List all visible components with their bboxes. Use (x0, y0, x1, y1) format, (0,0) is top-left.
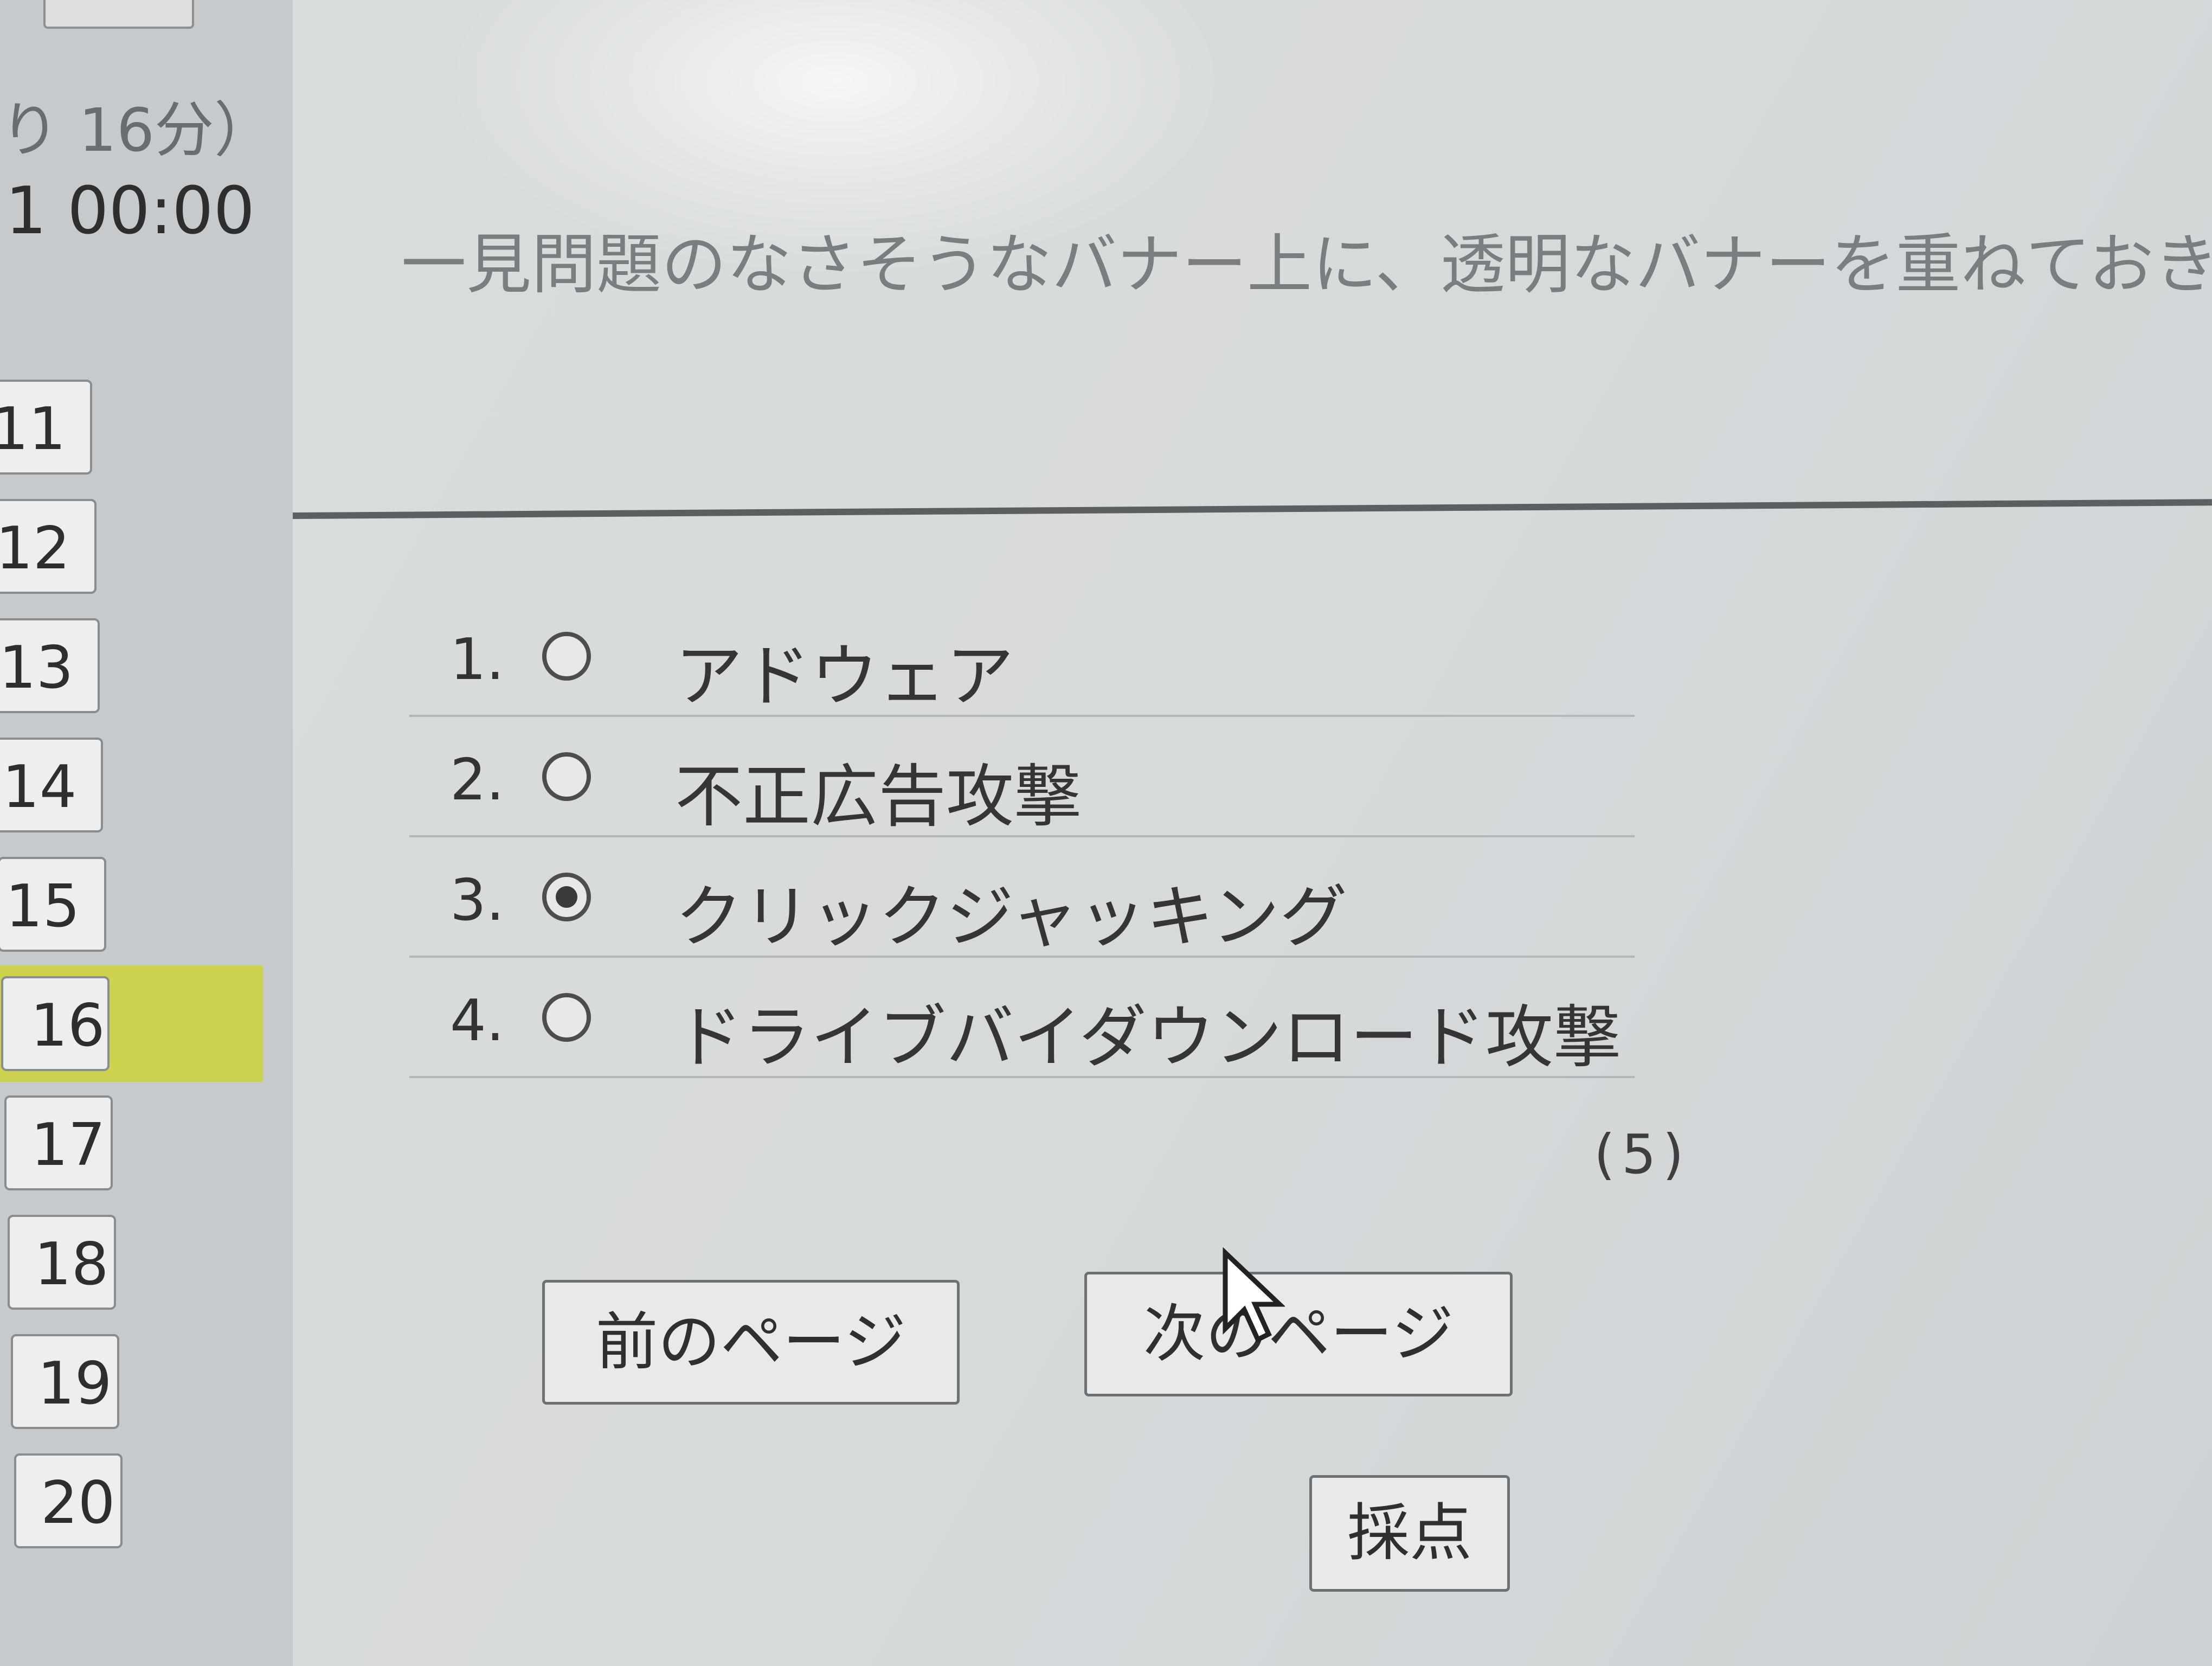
mouse-cursor-icon (1223, 1247, 1285, 1343)
qnav-row-current: 16 (0, 965, 325, 1095)
qnav-row: 13 (0, 618, 325, 738)
qnav-row: 17 (0, 1095, 325, 1215)
option-number: 2. (450, 747, 505, 813)
radio-button[interactable] (542, 993, 591, 1042)
qnav-row: 18 (0, 1215, 325, 1334)
option-2[interactable]: 2. 不正広告攻撃 (409, 717, 1635, 837)
question-button-15[interactable]: 15 (0, 857, 106, 952)
radio-button-selected[interactable] (542, 873, 591, 921)
remaining-time-text: り 16分） (0, 95, 255, 165)
question-button-14[interactable]: 14 (0, 738, 103, 832)
option-label[interactable]: アドウェア (675, 621, 1014, 719)
qnav-row: 11 (0, 380, 325, 499)
option-3[interactable]: 3. クリックジャッキング (409, 837, 1635, 958)
option-label[interactable]: ドライブバイダウンロード攻撃 (675, 982, 1621, 1080)
qnav-row: 14 (0, 738, 325, 857)
option-4[interactable]: 4. ドライブバイダウンロード攻撃 (409, 958, 1635, 1078)
option-label[interactable]: クリックジャッキング (675, 862, 1347, 960)
qnav-row: 12 (0, 499, 325, 618)
question-button-17[interactable]: 17 (4, 1095, 113, 1190)
question-panel: 一見問題のなさそうなバナー上に、透明なバナーを重ねておき、 1. アドウェア 2… (292, 0, 2212, 1666)
radio-button[interactable] (542, 632, 591, 681)
option-number: 3. (450, 867, 505, 933)
timer-clock: 1 00:00 (5, 174, 255, 249)
question-button-18[interactable]: 18 (8, 1215, 116, 1310)
question-button-16[interactable]: 16 (1, 976, 110, 1071)
question-sidebar: り 16分） 1 00:00 11 12 13 14 15 16 17 18 1… (0, 0, 325, 1666)
question-points: (5) (1594, 1123, 1690, 1186)
qnav-row: 15 (0, 857, 325, 976)
divider (292, 499, 2212, 519)
option-number: 1. (450, 626, 505, 693)
option-label[interactable]: 不正広告攻撃 (675, 741, 1082, 840)
answer-options: 1. アドウェア 2. 不正広告攻撃 3. クリックジャッキング 4. ドライブ… (409, 597, 1635, 1078)
question-text: 一見問題のなさそうなバナー上に、透明なバナーを重ねておき、 (401, 227, 2212, 303)
qnav-row: 19 (0, 1334, 325, 1453)
option-1[interactable]: 1. アドウェア (409, 597, 1635, 717)
question-button-13[interactable]: 13 (0, 618, 100, 713)
question-button-11[interactable]: 11 (0, 380, 92, 475)
question-button-19[interactable]: 19 (11, 1334, 119, 1429)
grade-button[interactable]: 採点 (1309, 1475, 1510, 1592)
option-number: 4. (450, 988, 505, 1054)
qnav-row: 20 (0, 1453, 325, 1573)
prev-page-button[interactable]: 前のページ (542, 1280, 960, 1405)
sidebar-top-button[interactable] (43, 0, 194, 29)
question-button-12[interactable]: 12 (0, 499, 97, 594)
question-button-20[interactable]: 20 (14, 1453, 123, 1548)
radio-button[interactable] (542, 752, 591, 801)
question-navigator: 11 12 13 14 15 16 17 18 19 20 (0, 380, 325, 1573)
next-page-button[interactable]: 次のページ (1084, 1272, 1513, 1396)
